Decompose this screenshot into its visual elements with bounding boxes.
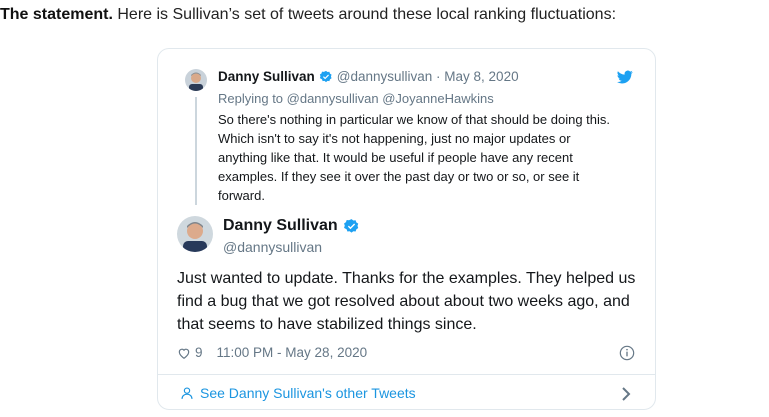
tweet-timestamp[interactable]: 11:00 PM - May 28, 2020: [217, 345, 368, 360]
thread-connector-line: [195, 97, 197, 205]
author-avatar[interactable]: [177, 216, 213, 252]
author-name-row: Danny Sullivan: [223, 217, 364, 235]
quoted-author-name[interactable]: Danny Sullivan: [218, 69, 315, 84]
other-tweets-link[interactable]: See Danny Sullivan's other Tweets: [180, 385, 416, 401]
tweet-text: Just wanted to update. Thanks for the ex…: [177, 270, 636, 333]
heart-icon[interactable]: [177, 346, 191, 360]
quoted-avatar[interactable]: [185, 69, 207, 91]
chevron-right-icon[interactable]: [621, 386, 631, 402]
intro-paragraph: The statement. Here is Sullivan’s set of…: [0, 6, 616, 24]
tweet-footer: 9 11:00 PM - May 28, 2020: [177, 345, 367, 360]
embedded-tweet-card[interactable]: Danny Sullivan @dannysullivan · May 8, 2…: [157, 48, 656, 410]
verified-badge-icon: [319, 70, 332, 82]
quoted-header: Danny Sullivan @dannysullivan · May 8, 2…: [218, 69, 519, 84]
info-icon[interactable]: [619, 345, 635, 361]
author-name[interactable]: Danny Sullivan: [223, 217, 338, 235]
other-tweets-label: See Danny Sullivan's other Tweets: [200, 385, 416, 401]
like-count[interactable]: 9: [195, 345, 203, 360]
quoted-handle-date[interactable]: @dannysullivan · May 8, 2020: [337, 69, 519, 84]
author-handle[interactable]: @dannysullivan: [223, 239, 322, 255]
intro-bold-lead: The statement.: [0, 6, 113, 23]
quoted-tweet-text: So there's nothing in particular we know…: [218, 112, 610, 203]
twitter-bird-icon[interactable]: [617, 69, 633, 85]
reply-context[interactable]: Replying to @dannysullivan @JoyanneHawki…: [218, 91, 494, 106]
card-divider: [158, 374, 655, 375]
intro-text: Here is Sullivan’s set of tweets around …: [112, 6, 617, 23]
verified-badge-icon: [343, 218, 358, 233]
person-icon: [181, 387, 193, 399]
